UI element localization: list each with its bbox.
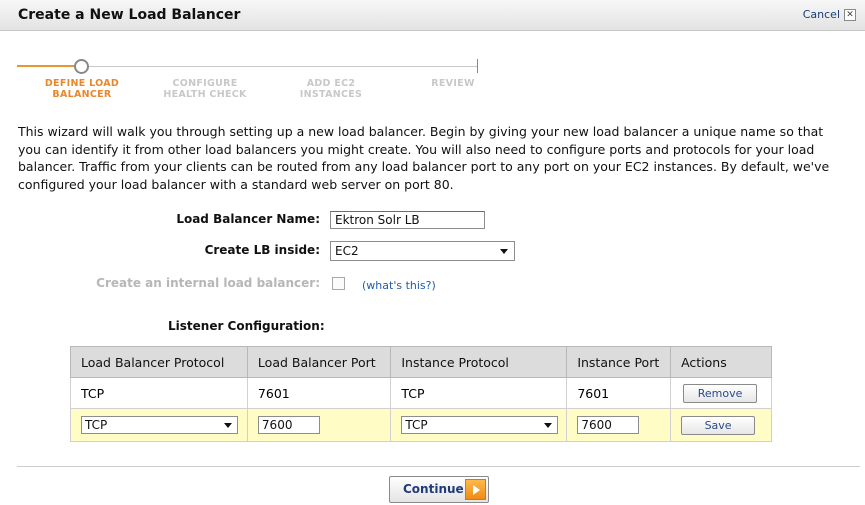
internal-lb-label: Create an internal load balancer: [96,276,320,290]
continue-label: Continue [403,482,464,496]
step-label-line: REVIEW [431,78,475,89]
cell-lb-protocol-edit: TCP [70,408,248,442]
cell-instance-port-edit: 7600 [566,408,672,442]
save-button[interactable]: Save [681,415,756,435]
cell-actions-edit: Save [670,408,772,442]
listener-table-header: Load Balancer Protocol Load Balancer Por… [70,346,772,378]
close-icon[interactable]: ✕ [844,8,856,21]
cell-lb-port-edit: 7600 [246,408,392,442]
lb-inside-select[interactable]: EC2 [330,241,515,261]
col-header-lb-protocol: Load Balancer Protocol [70,346,248,378]
cell-lb-port: 7601 [246,377,392,409]
instance-protocol-value: TCP [405,418,428,432]
remove-button[interactable]: Remove [683,383,758,403]
col-header-instance-port: Instance Port [566,346,672,378]
whats-this-link[interactable]: (what's this?) [362,279,436,292]
continue-button[interactable]: Continue [389,476,489,503]
wizard-step-review: REVIEW [416,78,490,89]
lb-inside-label: Create LB inside: [204,243,320,257]
cell-instance-protocol: TCP [390,377,568,409]
lb-protocol-value: TCP [85,418,108,432]
chevron-down-icon [544,423,553,428]
progress-line-pending [89,66,477,67]
step-label-line: ADD EC2 [306,78,356,89]
lb-name-label: Load Balancer Name: [176,212,320,226]
step-label-line: DEFINE LOAD [44,78,120,89]
instance-protocol-select[interactable]: TCP [401,416,559,434]
footer-divider [17,466,860,467]
listener-config-label: Listener Configuration: [168,319,325,333]
col-header-instance-protocol: Instance Protocol [390,346,568,378]
lb-name-input[interactable]: Ektron Solr LB [330,211,485,229]
chevron-down-icon [224,423,232,428]
dialog-title: Create a New Load Balancer [18,7,241,23]
col-header-actions: Actions [670,346,772,378]
lb-inside-value: EC2 [335,244,359,258]
progress-line-done [17,65,79,67]
wizard-step-define-load-balancer: DEFINE LOAD BALANCER [39,78,125,100]
table-row: TCP 7601 TCP 7601 Remove [70,377,772,409]
chevron-down-icon [500,249,508,254]
internal-lb-checkbox[interactable] [332,277,345,290]
step-label-line: CONFIGURE [172,78,238,89]
step-label-line: BALANCER [52,89,112,100]
step-label-line: INSTANCES [299,89,363,100]
progress-line-end [477,59,478,73]
cell-actions: Remove [670,377,772,409]
cell-instance-protocol-edit: TCP [390,408,568,442]
listener-table: Load Balancer Protocol Load Balancer Por… [70,346,772,442]
cell-lb-protocol: TCP [70,377,248,409]
lb-port-input[interactable]: 7600 [257,416,320,434]
instance-port-input[interactable]: 7600 [577,416,640,434]
cell-instance-port: 7601 [566,377,672,409]
current-step-marker [74,59,89,74]
dialog-titlebar: Create a New Load Balancer Cancel ✕ [0,0,865,31]
arrow-right-icon [465,479,486,500]
step-label-line: HEALTH CHECK [163,89,247,100]
wizard-step-configure-health-check: CONFIGURE HEALTH CHECK [160,78,250,100]
lb-protocol-select[interactable]: TCP [81,416,238,434]
col-header-lb-port: Load Balancer Port [246,346,392,378]
wizard-step-add-ec2-instances: ADD EC2 INSTANCES [288,78,374,100]
wizard-intro-text: This wizard will walk you through settin… [18,124,830,192]
listener-edit-row: TCP 7600 TCP 7600 Save [70,408,772,442]
cancel-button[interactable]: Cancel ✕ [803,8,856,21]
cancel-label: Cancel [802,8,840,21]
